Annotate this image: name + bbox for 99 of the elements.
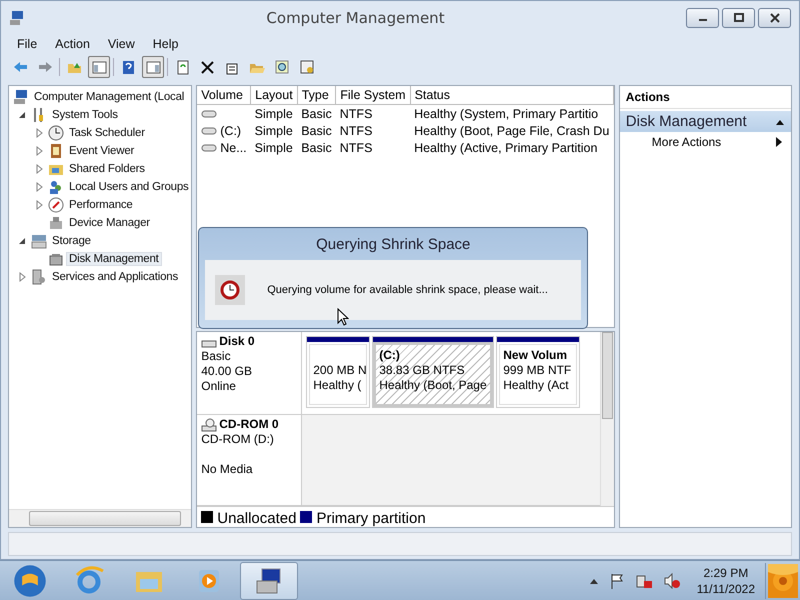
volume-icon (201, 126, 218, 136)
menu-item[interactable]: View (100, 37, 143, 51)
tree-item[interactable]: Task Scheduler (66, 126, 148, 140)
tree-item-icon (48, 215, 64, 231)
forward-icon (37, 59, 53, 75)
tree-toggle-button[interactable] (88, 56, 110, 78)
disk-status: Online (201, 379, 237, 394)
close-button[interactable] (758, 8, 791, 28)
partition-block[interactable]: (C:) 38.83 GB NTFS Healthy (Boot, Page (373, 342, 494, 408)
muted-speaker-icon[interactable] (662, 572, 681, 588)
app-icon (9, 10, 25, 26)
back-icon (12, 59, 28, 75)
tree-item[interactable]: Local Users and Groups (66, 180, 192, 194)
table-cell-text: Basic (300, 140, 333, 156)
partition-status: Healthy (Boot, Page (379, 378, 488, 393)
partition-size: 200 MB N (313, 363, 364, 378)
horizontal-scrollbar[interactable] (9, 509, 192, 527)
close-icon (768, 13, 780, 23)
table-cell: Simple (250, 104, 298, 122)
disk-size: 40.00 GB (201, 364, 253, 379)
action-pane-button[interactable] (142, 56, 164, 78)
partition-label: New Volum (503, 348, 568, 363)
partition-block[interactable]: New Volum 999 MB NTF Healthy (Act (499, 344, 578, 406)
table-cell-text: NTFS (338, 122, 374, 139)
vertical-scrollbar[interactable] (600, 332, 614, 506)
tree-item[interactable]: Services and Applications (49, 270, 182, 284)
legend-label: Primary partition (316, 510, 426, 527)
disk-type: CD-ROM (D:) (201, 432, 275, 448)
action-pane-icon (145, 59, 161, 75)
tree-item[interactable]: Disk Management (66, 252, 162, 266)
mouse-cursor-icon (337, 308, 350, 326)
partition-status: Healthy ( (313, 378, 362, 393)
table-cell-text: Simple (254, 122, 294, 139)
tree-item-icon (48, 197, 64, 213)
show-hidden-icons-icon[interactable] (588, 576, 599, 584)
tree-item[interactable]: System Tools (49, 108, 121, 122)
tree-item-icon (48, 125, 64, 141)
cd-drive-icon (201, 418, 218, 432)
menu-item[interactable]: Action (47, 37, 98, 51)
volume-icon (201, 142, 218, 152)
start-orb-icon (12, 562, 48, 598)
table-cell: NTFS (336, 104, 410, 122)
disk-type: Basic (201, 349, 232, 364)
partition-block[interactable]: 200 MB N Healthy ( (309, 344, 368, 406)
table-cell: Ne... (220, 140, 247, 154)
tree-item-icon (31, 233, 47, 249)
tree-item-icon (48, 251, 64, 267)
tree-item-icon (31, 269, 47, 285)
flag-icon[interactable] (608, 572, 625, 588)
tree-item[interactable]: Computer Management (Local (31, 90, 188, 104)
tree-item[interactable]: Device Manager (66, 216, 153, 230)
partition-size: 38.83 GB NTFS (379, 363, 466, 378)
tree-item-icon (13, 89, 29, 105)
disk-status: No Media (201, 462, 254, 478)
volume-icon (201, 108, 218, 118)
collapse-arrow-icon (775, 118, 785, 126)
table-cell-text: NTFS (338, 140, 374, 156)
partition-status: Healthy (Act (503, 378, 570, 393)
table-cell-text: Simple (254, 140, 294, 156)
window-title: Computer Management (265, 9, 446, 27)
tree-item[interactable]: Event Viewer (66, 144, 138, 158)
legend-label: Unallocated (217, 510, 296, 527)
tree-item-icon (48, 179, 64, 195)
partition-size: 999 MB NTF (503, 363, 572, 378)
column-header[interactable]: File System (336, 86, 410, 104)
table-cell: Basic (297, 104, 336, 122)
table-cell: (C:) (220, 124, 242, 138)
tree-item[interactable]: Storage (49, 234, 94, 248)
browser-icon (73, 564, 105, 596)
delete-icon (199, 59, 215, 75)
actions-header: Actions (620, 86, 791, 109)
dialog-title: Querying Shrink Space (315, 234, 472, 254)
table-cell-text: Healthy (Active, Primary Partition (413, 140, 598, 156)
disk-name: Disk 0 (219, 334, 255, 349)
clock[interactable]: 2:29 PM 11/11/2022 (696, 564, 755, 596)
submenu-arrow-icon (775, 137, 783, 147)
table-cell-text: Basic (300, 122, 333, 139)
tree-item[interactable]: Performance (66, 198, 136, 212)
disk-name: CD-ROM 0 (219, 417, 279, 432)
actions-section[interactable]: Disk Management (620, 111, 791, 132)
menu-item[interactable]: Help (144, 37, 186, 51)
column-header[interactable]: Type (297, 86, 336, 104)
maximize-icon (732, 13, 744, 23)
tree-item-icon (48, 143, 64, 159)
tree-toggle-icon (91, 59, 107, 75)
table-cell-text: Healthy (Boot, Page File, Crash Du (413, 122, 610, 139)
partition-label: (C:) (379, 348, 401, 363)
column-header[interactable]: Layout (250, 86, 298, 104)
maximize-button[interactable] (722, 8, 755, 28)
taskbar-app-button[interactable] (240, 562, 298, 600)
column-header[interactable]: Volume (197, 86, 251, 104)
help-icon (120, 59, 136, 75)
table-cell: Healthy (System, Primary Partitio (410, 104, 614, 122)
dialog-message: Querying volume for available shrink space, please wait... (267, 284, 548, 296)
minimize-button[interactable] (686, 8, 719, 28)
menu-item[interactable]: File (9, 37, 46, 51)
action-item[interactable]: More Actions (620, 132, 791, 152)
tree-item[interactable]: Shared Folders (66, 162, 148, 176)
column-header[interactable]: Status (410, 86, 614, 104)
